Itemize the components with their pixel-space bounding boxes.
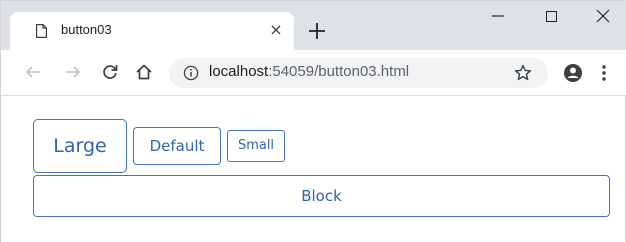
page-content: Large Default Small Block [1,97,625,242]
tab-title: button03 [61,22,112,37]
maximize-icon[interactable] [546,11,557,22]
forward-arrow-icon[interactable] [63,62,83,82]
star-icon[interactable] [513,63,533,83]
tab-close-icon[interactable]: × [268,20,284,40]
address-bar[interactable]: localhost:54059/button03.html [169,58,548,88]
close-window-icon[interactable] [596,9,610,23]
url-text[interactable]: localhost:54059/button03.html [209,63,409,80]
tab-button03[interactable]: button03 × [10,12,294,50]
reload-icon[interactable] [100,62,120,82]
minimize-icon[interactable] [491,9,505,23]
default-button[interactable]: Default [133,127,221,165]
small-button[interactable]: Small [227,130,285,162]
home-icon[interactable] [134,62,154,82]
large-button[interactable]: Large [33,119,127,173]
info-icon[interactable] [183,65,199,81]
url-host: localhost [209,63,269,80]
kebab-menu-icon[interactable] [601,64,607,82]
document-icon [36,24,47,38]
new-tab-icon[interactable] [306,20,328,42]
browser-window: button03 × localhost:54059/button03.html… [0,0,626,242]
url-path: :54059/button03.html [268,63,410,80]
profile-icon[interactable] [563,63,583,83]
browser-toolbar: localhost:54059/button03.html [1,50,626,96]
tab-strip: button03 × [1,1,626,50]
back-arrow-icon[interactable] [23,62,43,82]
block-button[interactable]: Block [33,175,610,217]
